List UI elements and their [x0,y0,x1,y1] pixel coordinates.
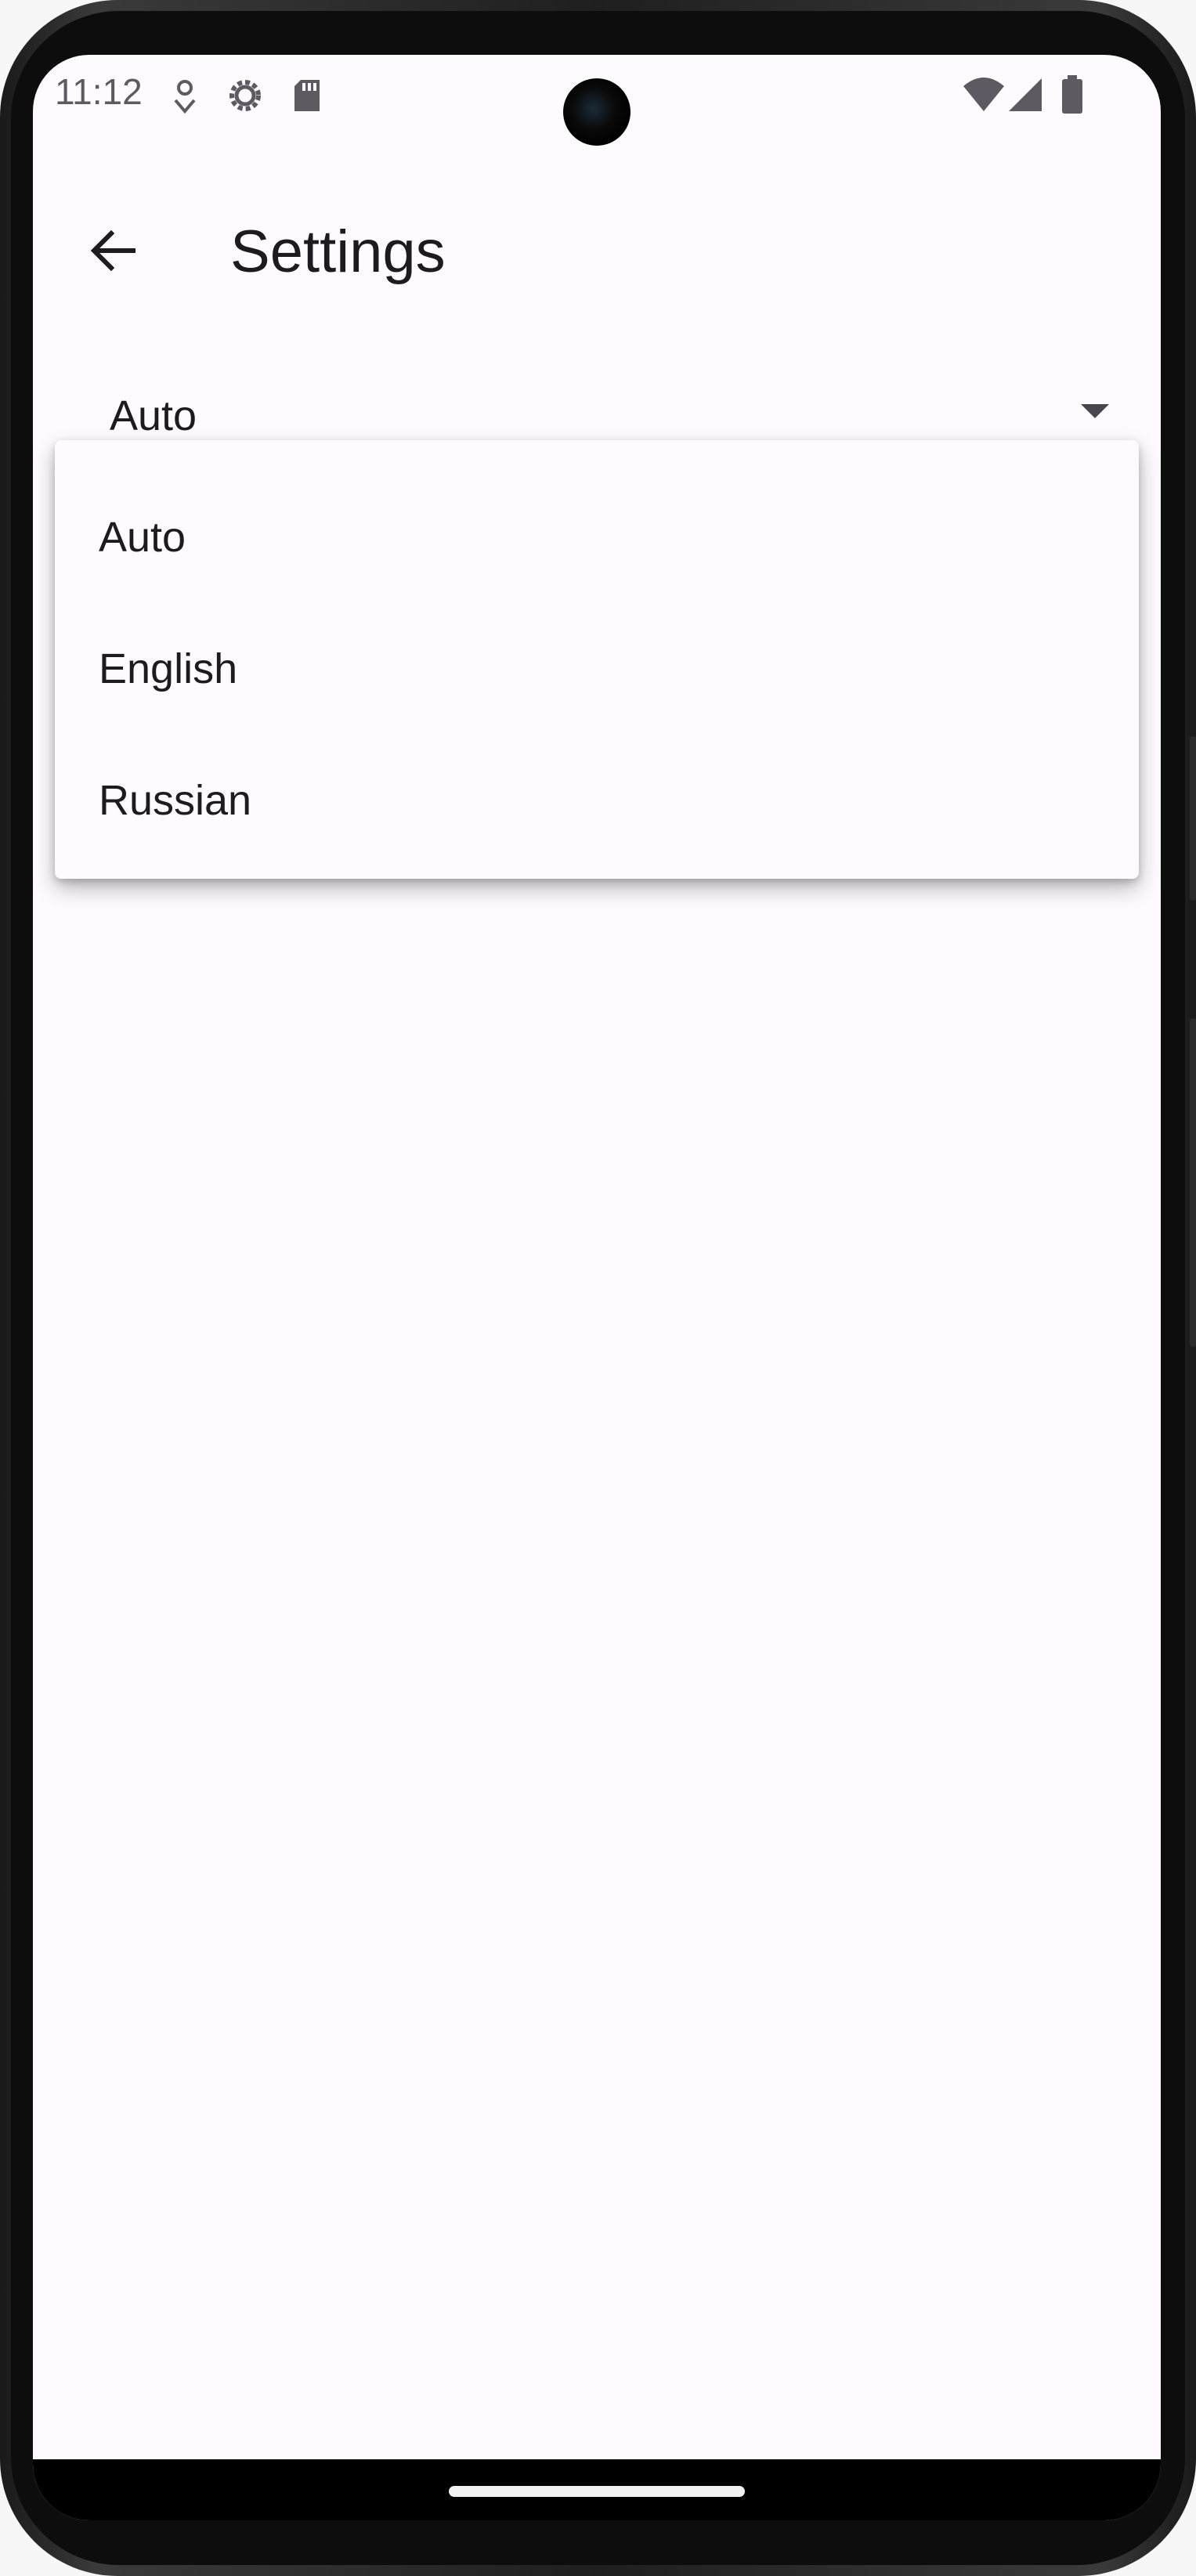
gesture-nav-bar [33,2459,1161,2520]
menu-item-russian[interactable]: Russian [55,735,1139,866]
volume-button [1190,736,1196,901]
settings-gear-icon [223,72,267,119]
arrow-back-icon [88,226,138,276]
dropdown-menu: Auto English Russian [55,440,1139,879]
home-indicator[interactable] [449,2486,745,2497]
power-button [1190,1018,1196,1347]
status-time: 11:12 [55,71,143,112]
dropdown-selected-value: Auto [110,392,197,439]
front-camera [563,78,631,146]
sd-card-icon [291,72,323,119]
back-button[interactable] [74,211,152,290]
location-icon [171,72,199,119]
dropdown-arrow-icon [1081,404,1109,418]
page-title: Settings [230,219,446,285]
cellular-signal-icon [1006,72,1045,119]
screen: 11:12 Settings Auto Auto English Russian [33,55,1161,2520]
top-app-bar: Settings [33,180,1161,321]
battery-icon [1059,72,1086,119]
menu-item-auto[interactable]: Auto [55,471,1139,603]
menu-item-english[interactable]: English [55,603,1139,735]
wifi-icon [962,72,1006,119]
phone-frame: 11:12 Settings Auto Auto English Russian [0,0,1196,2576]
